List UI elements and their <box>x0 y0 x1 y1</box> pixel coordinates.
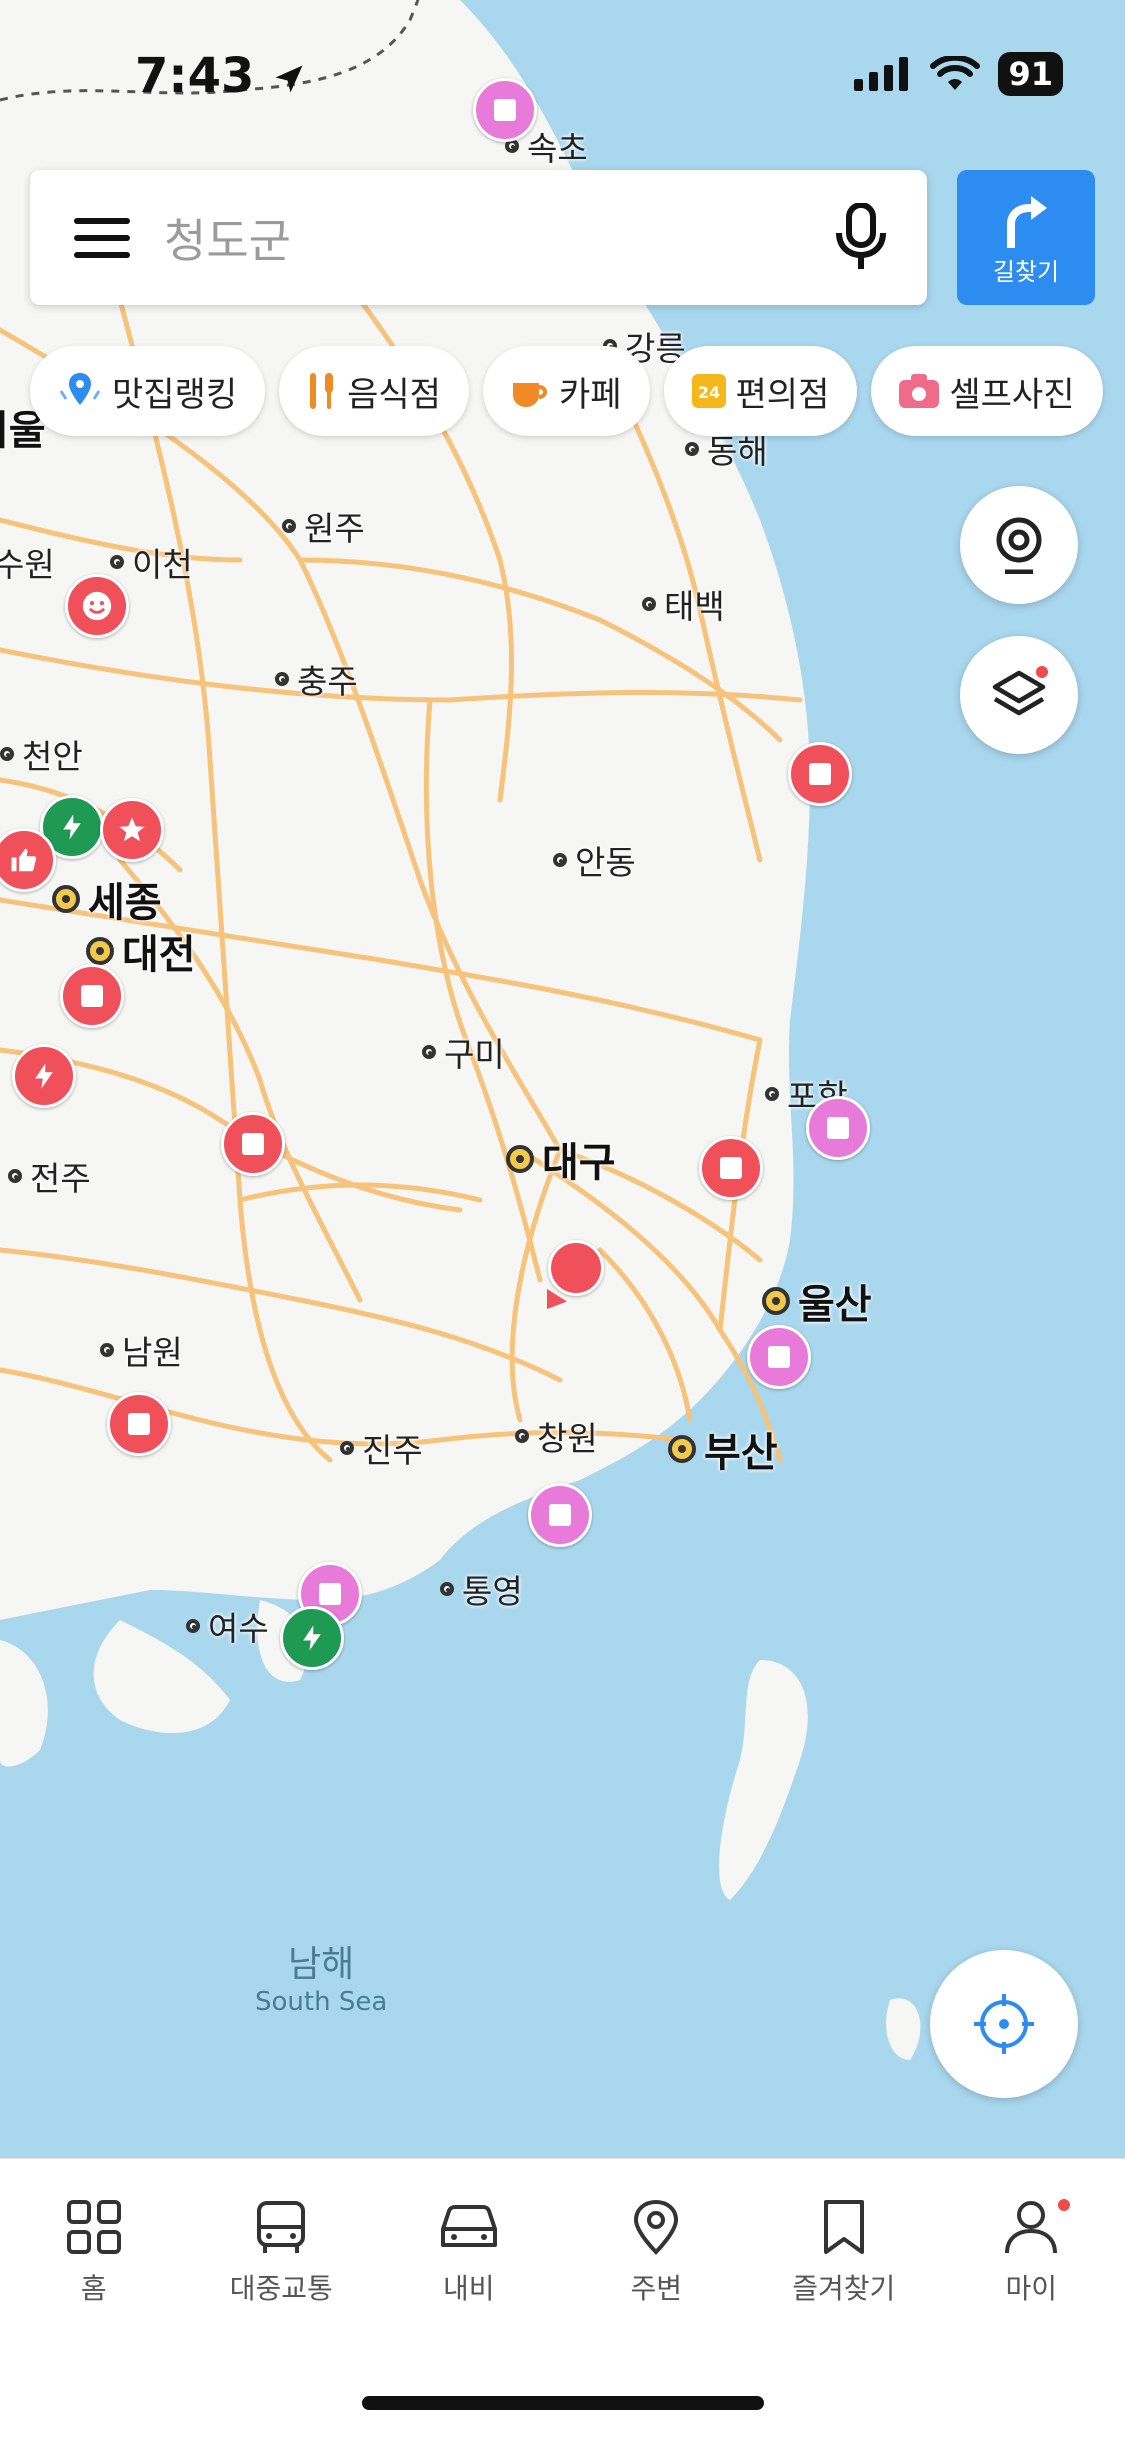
chip-label: 음식점 <box>347 367 441 416</box>
wifi-icon <box>930 56 980 92</box>
utensils-icon <box>307 371 337 411</box>
grid-icon <box>66 2199 122 2255</box>
chip-selfphoto[interactable]: 셀프사진 <box>871 346 1102 436</box>
lightning-icon <box>29 1061 59 1091</box>
clock-text: 7:43 <box>135 48 254 104</box>
smile-icon <box>80 589 114 623</box>
chip-ranking[interactable]: 맛집랭킹 <box>30 346 265 436</box>
tab-label: 홈 <box>81 2267 107 2307</box>
city-label[interactable]: 태백 <box>642 580 725 628</box>
city-label[interactable]: 진주 <box>340 1424 423 1472</box>
location-arrow-icon <box>271 61 307 97</box>
search-bar[interactable]: 청도군 <box>30 170 927 305</box>
turn-arrow-icon <box>1001 194 1051 250</box>
ev-charger-marker[interactable] <box>12 1044 76 1108</box>
chip-convenience[interactable]: 24 편의점 <box>664 346 858 436</box>
city-label[interactable]: 창원 <box>515 1412 598 1460</box>
signal-icon <box>854 57 912 91</box>
map-canvas[interactable] <box>0 0 1125 2160</box>
city-label[interactable]: 천안 <box>0 730 83 778</box>
menu-icon[interactable] <box>74 216 130 260</box>
person-icon <box>1003 2199 1059 2255</box>
chip-label: 편의점 <box>736 367 830 416</box>
tab-navi[interactable]: 내비 <box>375 2199 563 2307</box>
city-label[interactable]: 대구 <box>506 1130 616 1188</box>
home-indicator <box>362 2396 764 2410</box>
bookmark-icon <box>821 2199 867 2255</box>
direction-arrow-icon <box>542 1284 572 1314</box>
chip-label: 맛집랭킹 <box>112 367 237 416</box>
sea-label-en: South Sea <box>255 1987 387 2017</box>
place-marker[interactable] <box>528 1483 592 1547</box>
thumbs-up-icon <box>9 845 39 875</box>
city-label[interactable]: 수원 <box>0 538 55 586</box>
place-marker[interactable] <box>747 1325 811 1389</box>
crosshair-icon <box>972 1992 1036 2056</box>
city-label[interactable]: 울산 <box>762 1272 872 1330</box>
current-location-button[interactable] <box>930 1950 1078 2098</box>
status-icons: 91 <box>854 52 1063 96</box>
tab-my[interactable]: 마이 <box>938 2199 1125 2307</box>
tab-label: 내비 <box>443 2267 495 2307</box>
tab-label: 대중교통 <box>230 2267 333 2307</box>
location-pin-icon <box>631 2199 681 2255</box>
place-marker[interactable] <box>806 1096 870 1160</box>
category-chips: 맛집랭킹 음식점 카페 24 편의점 셀프사진 <box>30 346 1103 436</box>
place-marker[interactable] <box>107 1392 171 1456</box>
city-label[interactable]: 이천 <box>110 538 193 586</box>
sea-label: 남해 South Sea <box>255 1935 387 2017</box>
chip-label: 셀프사진 <box>949 367 1074 416</box>
lightning-icon <box>57 812 87 842</box>
layers-button[interactable] <box>960 636 1078 754</box>
chip-restaurant[interactable]: 음식점 <box>279 346 469 436</box>
notification-dot <box>1058 2199 1070 2211</box>
chip-cafe[interactable]: 카페 <box>483 346 650 436</box>
chip-label: 카페 <box>559 367 622 416</box>
city-label[interactable]: 부산 <box>668 1420 778 1478</box>
tab-label: 마이 <box>1005 2267 1057 2307</box>
place-marker[interactable] <box>699 1136 763 1200</box>
city-label[interactable]: 전주 <box>8 1152 91 1200</box>
sea-label-ko: 남해 <box>255 1935 387 1987</box>
city-label[interactable]: 안동 <box>553 836 636 884</box>
city-label[interactable]: 남원 <box>100 1326 183 1374</box>
tab-nearby[interactable]: 주변 <box>563 2199 751 2307</box>
star-icon <box>117 815 147 845</box>
battery-indicator: 91 <box>998 52 1063 96</box>
cctv-button[interactable] <box>960 486 1078 604</box>
svg-text:24: 24 <box>697 383 719 402</box>
tab-label: 즐겨찾기 <box>792 2267 895 2307</box>
status-time: 7:43 <box>135 48 307 104</box>
convenience-24-icon: 24 <box>692 374 726 408</box>
place-marker-star[interactable] <box>100 798 164 862</box>
city-label[interactable]: 여수 <box>186 1602 269 1650</box>
place-marker[interactable] <box>788 742 852 806</box>
city-label[interactable]: 세종 <box>52 870 162 928</box>
city-label[interactable]: 충주 <box>275 655 358 703</box>
tab-transit[interactable]: 대중교통 <box>188 2199 376 2307</box>
tab-home[interactable]: 홈 <box>0 2199 188 2307</box>
car-icon <box>439 2199 499 2255</box>
bus-icon <box>253 2199 309 2255</box>
route-button[interactable]: 길찾기 <box>957 170 1095 305</box>
tab-favorites[interactable]: 즐겨찾기 <box>750 2199 938 2307</box>
ranking-pin-icon <box>58 371 102 411</box>
route-button-label: 길찾기 <box>957 252 1095 287</box>
cctv-icon <box>993 516 1045 574</box>
lightning-icon <box>297 1623 327 1653</box>
ev-charger-marker[interactable] <box>280 1606 344 1670</box>
city-label[interactable]: 구미 <box>422 1028 505 1076</box>
place-marker[interactable] <box>221 1112 285 1176</box>
city-label[interactable]: 원주 <box>282 502 365 550</box>
camera-icon <box>899 374 939 408</box>
microphone-icon[interactable] <box>835 203 887 273</box>
search-input[interactable]: 청도군 <box>164 205 291 271</box>
notification-dot <box>1036 666 1048 678</box>
place-marker[interactable] <box>60 964 124 1028</box>
place-marker-smile[interactable] <box>65 574 129 638</box>
tab-label: 주변 <box>630 2267 682 2307</box>
place-marker[interactable] <box>473 78 537 142</box>
city-label[interactable]: 통영 <box>440 1565 523 1613</box>
coffee-cup-icon <box>511 373 549 409</box>
